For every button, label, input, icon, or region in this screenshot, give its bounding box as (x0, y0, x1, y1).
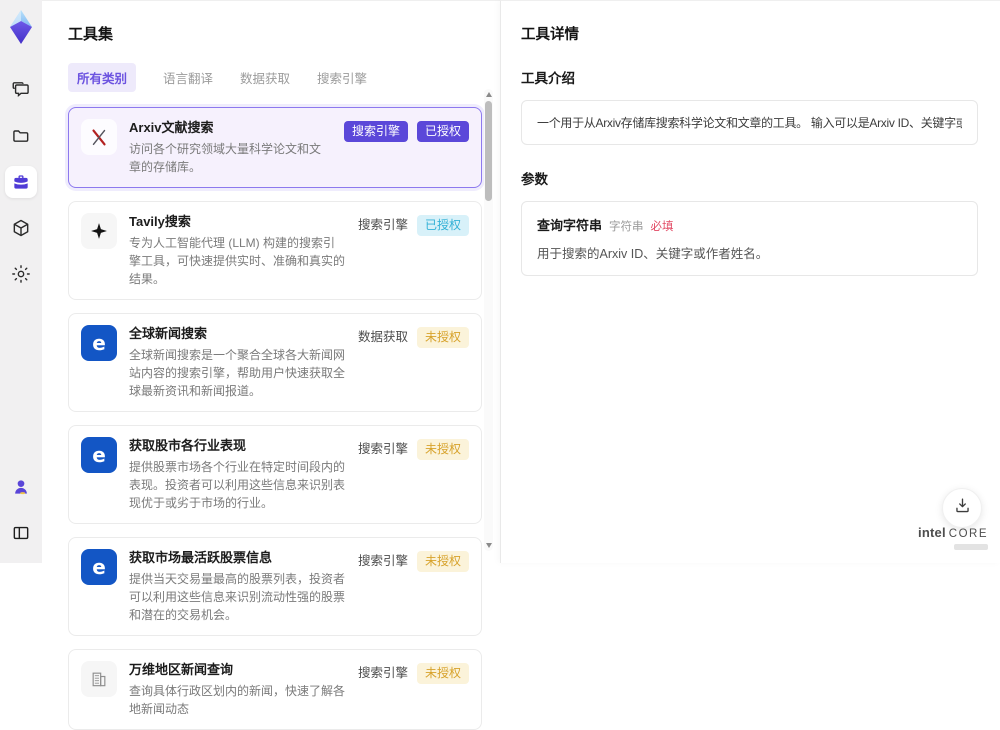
app-window: 工具集 所有类别 语言翻译 数据获取 搜索引擎 Arxiv文献搜索 访问各个研究… (0, 0, 1000, 730)
tool-card-regional-news[interactable]: 万维地区新闻查询 查询具体行政区划内的新闻，快速了解各地新闻动态 搜索引擎 未授… (68, 649, 482, 730)
tool-description: 查询具体行政区划内的新闻，快速了解各地新闻动态 (129, 684, 346, 716)
intro-heading: 工具介绍 (521, 71, 575, 86)
intro-text: 一个用于从Arxiv存储库搜索科学论文和文章的工具。 输入可以是Arxiv ID… (537, 116, 962, 130)
app-logo-icon (3, 8, 39, 46)
arxiv-logo-icon (81, 119, 117, 155)
param-required-flag: 必填 (650, 221, 674, 233)
gear-icon (11, 264, 31, 284)
status-badge: 已授权 (416, 121, 469, 142)
tool-description: 提供当天交易量最高的股票列表，投资者可以利用这些信息来识别流动性强的股票和潜在的… (129, 572, 346, 622)
tool-description: 访问各个研究领域大量科学论文和文章的存储库。 (129, 142, 322, 174)
status-badge: 未授权 (416, 439, 469, 460)
tool-title: Tavily搜索 (129, 214, 191, 229)
tab-search-engine[interactable]: 搜索引擎 (317, 68, 367, 87)
tool-title: Arxiv文献搜索 (129, 120, 214, 135)
tool-details-panel: 工具详情 工具介绍 一个用于从Arxiv存储库搜索科学论文和文章的工具。 输入可… (500, 0, 1000, 563)
param-description: 用于搜索的Arxiv ID、关键字或作者姓名。 (537, 247, 769, 261)
status-badge: 未授权 (416, 327, 469, 348)
tool-title: 获取股市各行业表现 (129, 438, 247, 453)
category-label: 搜索引擎 (357, 442, 408, 456)
sidebar-item-settings[interactable] (5, 258, 37, 290)
sidebar-item-chat[interactable] (5, 74, 37, 106)
param-name: 查询字符串 (537, 218, 603, 233)
user-icon (11, 477, 31, 497)
tool-title: 全球新闻搜索 (129, 326, 208, 341)
panel-layout-icon (11, 523, 31, 543)
status-badge: 已授权 (416, 215, 469, 236)
status-badge: 未授权 (416, 551, 469, 572)
building-icon (81, 661, 117, 697)
sidebar-item-account[interactable] (5, 471, 37, 503)
stock-logo-icon: e (81, 549, 117, 585)
status-badge: 未授权 (416, 663, 469, 684)
param-box: 查询字符串 字符串 必填 用于搜索的Arxiv ID、关键字或作者姓名。 (521, 201, 978, 276)
download-icon (953, 496, 972, 520)
param-type: 字符串 (609, 221, 644, 233)
tab-language-translation[interactable]: 语言翻译 (163, 68, 213, 87)
tool-card-global-news[interactable]: e 全球新闻搜索 全球新闻搜索是一个聚合全球各大新闻网站内容的搜索引擎，帮助用户… (68, 313, 482, 412)
tool-description: 提供股票市场各个行业在特定时间段内的表现。投资者可以利用这些信息来识别表现优于或… (129, 460, 346, 510)
stock-logo-icon: e (81, 437, 117, 473)
tool-card-sector-performance[interactable]: e 获取股市各行业表现 提供股票市场各个行业在特定时间段内的表现。投资者可以利用… (68, 425, 482, 524)
tool-description: 专为人工智能代理 (LLM) 构建的搜索引擎工具，可快速提供实时、准确和真实的结… (129, 236, 346, 286)
folder-icon (11, 126, 31, 146)
tab-all-categories[interactable]: 所有类别 (68, 63, 137, 92)
cube-icon (11, 218, 31, 238)
tool-card-active-stocks[interactable]: e 获取市场最活跃股票信息 提供当天交易量最高的股票列表，投资者可以利用这些信息… (68, 537, 482, 636)
category-label: 数据获取 (357, 330, 408, 344)
sidebar-item-collapse[interactable] (5, 517, 37, 549)
scroll-down-arrow[interactable] (485, 543, 492, 548)
sidebar-item-packages[interactable] (5, 212, 37, 244)
category-tabs: 所有类别 语言翻译 数据获取 搜索引擎 (68, 63, 500, 92)
toolset-panel: 工具集 所有类别 语言翻译 数据获取 搜索引擎 Arxiv文献搜索 访问各个研究… (42, 0, 500, 730)
tool-title: 获取市场最活跃股票信息 (129, 550, 273, 565)
download-button[interactable] (942, 488, 982, 528)
toolset-title: 工具集 (68, 26, 114, 43)
chat-icon (11, 80, 31, 100)
core-wordmark: CORE (948, 528, 988, 540)
intro-box: 一个用于从Arxiv存储库搜索科学论文和文章的工具。 输入可以是Arxiv ID… (521, 100, 978, 145)
category-badge: 搜索引擎 (343, 121, 408, 142)
brand-subtext (954, 544, 988, 550)
left-rail (0, 0, 42, 563)
list-scrollbar[interactable] (484, 89, 493, 551)
sidebar-item-tools[interactable] (5, 166, 37, 198)
tool-card-tavily[interactable]: Tavily搜索 专为人工智能代理 (LLM) 构建的搜索引擎工具，可快速提供实… (68, 201, 482, 300)
category-label: 搜索引擎 (357, 666, 408, 680)
tool-description: 全球新闻搜索是一个聚合全球各大新闻网站内容的搜索引擎，帮助用户快速获取全球最新资… (129, 348, 346, 398)
scrollbar-thumb[interactable] (485, 101, 492, 201)
toolbox-icon (11, 172, 31, 192)
tavily-logo-icon (81, 213, 117, 249)
tool-card-arxiv[interactable]: Arxiv文献搜索 访问各个研究领域大量科学论文和文章的存储库。 搜索引擎 已授… (68, 107, 482, 188)
news-logo-icon: e (81, 325, 117, 361)
scroll-up-arrow[interactable] (485, 92, 492, 97)
intel-core-logo: intel CORE (918, 524, 988, 550)
details-title: 工具详情 (521, 27, 579, 43)
tab-data-fetch[interactable]: 数据获取 (240, 68, 290, 87)
category-label: 搜索引擎 (357, 218, 408, 232)
tool-card-list: Arxiv文献搜索 访问各个研究领域大量科学论文和文章的存储库。 搜索引擎 已授… (68, 107, 482, 730)
sidebar-item-files[interactable] (5, 120, 37, 152)
tool-title: 万维地区新闻查询 (129, 662, 234, 677)
category-label: 搜索引擎 (357, 554, 408, 568)
intel-wordmark: intel (918, 525, 946, 540)
params-heading: 参数 (521, 172, 548, 187)
